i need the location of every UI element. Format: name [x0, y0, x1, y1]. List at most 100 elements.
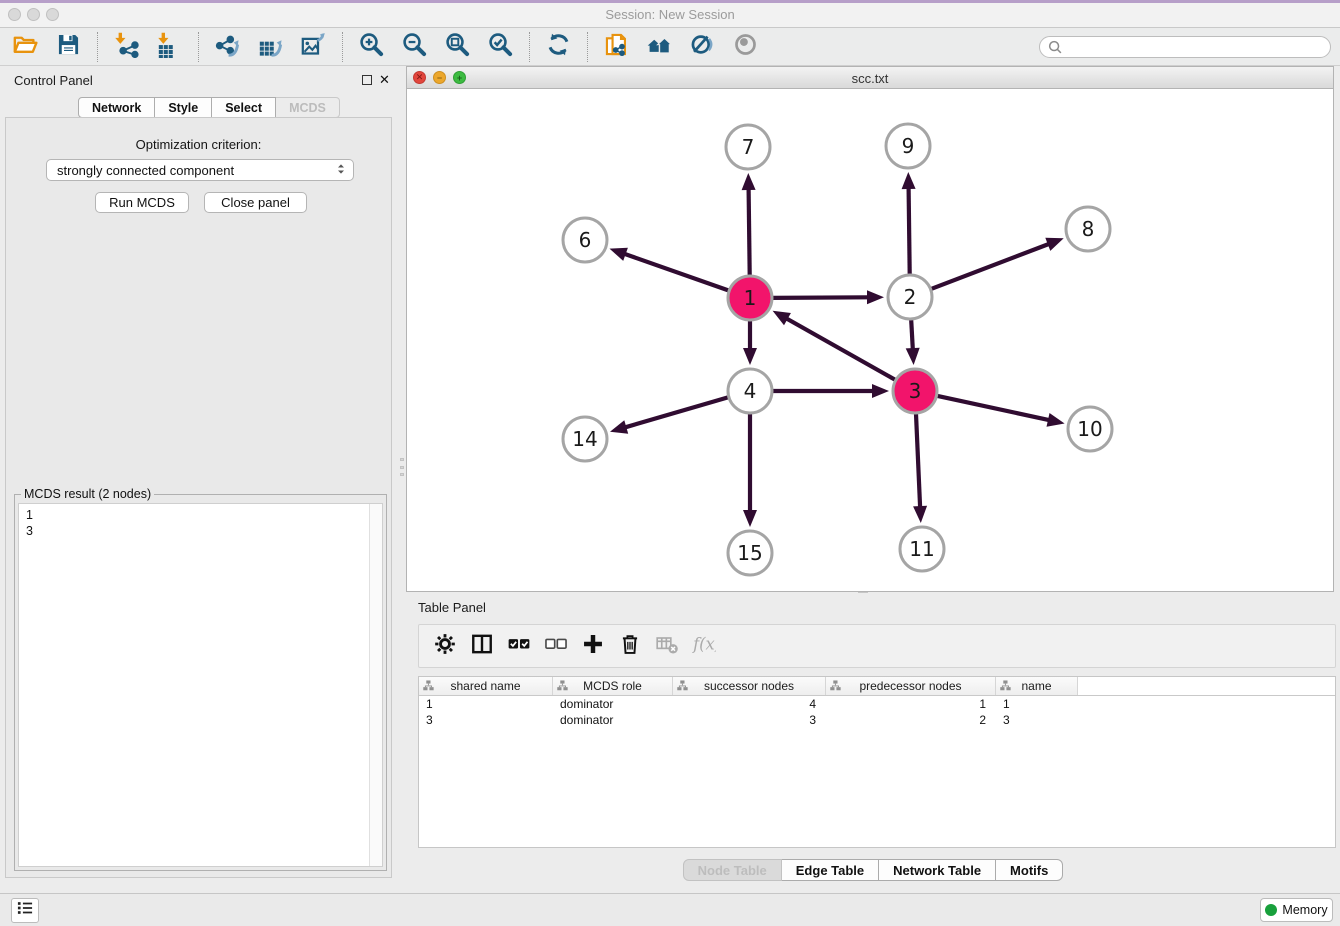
memory-button[interactable]: Memory: [1260, 898, 1333, 922]
graph-node-14[interactable]: 14: [563, 417, 607, 461]
graph-edge-1-7[interactable]: [742, 173, 756, 275]
refresh-button[interactable]: [542, 30, 576, 64]
graph-node-2[interactable]: 2: [888, 275, 932, 319]
table-row: 1dominator411: [419, 696, 1335, 712]
graph-edge-1-4[interactable]: [743, 321, 757, 365]
table-cell[interactable]: 1: [419, 696, 553, 712]
table-cell[interactable]: 3: [419, 712, 553, 728]
mcds-result-group: MCDS result (2 nodes) 13: [14, 494, 387, 871]
refresh-icon: [545, 31, 572, 63]
tab-node-table[interactable]: Node Table: [683, 859, 782, 881]
memory-status-dot: [1265, 904, 1277, 916]
graph-edge-2-3[interactable]: [906, 320, 920, 365]
graph-node-1[interactable]: 1: [728, 276, 772, 320]
graph-node-label: 15: [737, 541, 762, 565]
graph-node-3[interactable]: 3: [893, 369, 937, 413]
mcds-result-textarea[interactable]: 13: [18, 503, 383, 867]
delete-column-button[interactable]: [612, 628, 648, 664]
import-table-button[interactable]: [153, 30, 187, 64]
graph-edge-1-2[interactable]: [773, 290, 884, 304]
task-history-button[interactable]: [11, 898, 39, 923]
split-columns-button[interactable]: [464, 628, 500, 664]
graph-node-label: 11: [909, 537, 934, 561]
graph-node-6[interactable]: 6: [563, 218, 607, 262]
graph-edge-4-3[interactable]: [773, 384, 889, 398]
zoom-in-button[interactable]: [355, 30, 389, 64]
column-header-MCDS-role[interactable]: MCDS role: [553, 677, 673, 695]
home-icon: [646, 31, 673, 63]
table-cell[interactable]: 2: [826, 712, 996, 728]
vertical-splitter[interactable]: [397, 66, 406, 893]
add-column-button[interactable]: [575, 628, 611, 664]
search-field-wrap: [1039, 36, 1331, 58]
zoom-fit-button[interactable]: [441, 30, 475, 64]
run-mcds-button[interactable]: Run MCDS: [95, 192, 189, 213]
export-table-button[interactable]: [254, 30, 288, 64]
table-row: 3dominator323: [419, 712, 1335, 728]
hide-graphics-details-button[interactable]: [686, 30, 720, 64]
open-session-button[interactable]: [9, 30, 43, 64]
mcds-result-scrollbar[interactable]: [369, 504, 382, 866]
network-graph-canvas[interactable]: 1 2 3 4 6 7 8 9 10 11 14 15: [407, 89, 1333, 591]
graph-node-10[interactable]: 10: [1068, 407, 1112, 451]
graph-edge-2-9[interactable]: [902, 172, 916, 274]
show-graphics-details-button[interactable]: [729, 30, 763, 64]
export-image-button[interactable]: [297, 30, 331, 64]
graph-node-8[interactable]: 8: [1066, 207, 1110, 251]
tab-network-table[interactable]: Network Table: [879, 859, 996, 881]
search-input[interactable]: [1039, 36, 1331, 58]
tab-style[interactable]: Style: [155, 97, 212, 118]
graph-edge-1-6[interactable]: [610, 248, 729, 291]
table-cell[interactable]: dominator: [553, 712, 673, 728]
column-header-name[interactable]: name: [996, 677, 1078, 695]
tab-motifs[interactable]: Motifs: [996, 859, 1063, 881]
graph-node-7[interactable]: 7: [726, 125, 770, 169]
graph-edge-4-14[interactable]: [610, 397, 728, 433]
table-cell[interactable]: dominator: [553, 696, 673, 712]
save-session-button[interactable]: [52, 30, 86, 64]
import-network-icon: [113, 31, 140, 63]
graph-edge-3-1[interactable]: [773, 311, 895, 380]
control-panel-close-button[interactable]: ✕: [379, 72, 390, 88]
tab-select[interactable]: Select: [212, 97, 276, 118]
tab-edge-table[interactable]: Edge Table: [782, 859, 879, 881]
graph-edge-2-8[interactable]: [932, 238, 1064, 289]
split-columns-icon: [470, 632, 494, 661]
export-network-button[interactable]: [211, 30, 245, 64]
graph-node-11[interactable]: 11: [900, 527, 944, 571]
table-cell[interactable]: 3: [673, 712, 826, 728]
graph-edge-3-10[interactable]: [938, 396, 1065, 427]
close-panel-button[interactable]: Close panel: [204, 192, 307, 213]
tab-mcds[interactable]: MCDS: [276, 97, 340, 118]
vertical-splitter-grip[interactable]: [399, 458, 404, 476]
control-panel-float-button[interactable]: [362, 75, 372, 85]
table-cell[interactable]: 1: [826, 696, 996, 712]
duplicate-network-button[interactable]: [600, 30, 634, 64]
column-header-predecessor-nodes[interactable]: predecessor nodes: [826, 677, 996, 695]
zoom-selected-button[interactable]: [484, 30, 518, 64]
column-header-successor-nodes[interactable]: successor nodes: [673, 677, 826, 695]
column-attribute-icon: [677, 680, 688, 694]
table-cell[interactable]: 4: [673, 696, 826, 712]
column-attribute-icon: [830, 680, 841, 694]
optimization-criterion-select[interactable]: strongly connected component: [46, 159, 354, 181]
zoom-selected-icon: [487, 31, 514, 63]
graph-edge-4-15[interactable]: [743, 414, 757, 527]
deselect-all-checks-button[interactable]: [538, 628, 574, 664]
column-header-shared-name[interactable]: shared name: [419, 677, 553, 695]
select-all-checks-button[interactable]: [501, 628, 537, 664]
table-settings-button[interactable]: [427, 628, 463, 664]
table-cell[interactable]: 3: [996, 712, 1078, 728]
table-panel-title: Table Panel: [418, 600, 486, 615]
zoom-out-button[interactable]: [398, 30, 432, 64]
home-button[interactable]: [643, 30, 677, 64]
tab-network[interactable]: Network: [78, 97, 155, 118]
graph-node-4[interactable]: 4: [728, 369, 772, 413]
graph-node-15[interactable]: 15: [728, 531, 772, 575]
table-cell[interactable]: 1: [996, 696, 1078, 712]
main-titlebar: Session: New Session: [0, 0, 1340, 28]
import-network-button[interactable]: [110, 30, 144, 64]
column-header-label: predecessor nodes: [859, 679, 961, 693]
graph-node-9[interactable]: 9: [886, 124, 930, 168]
graph-edge-3-11[interactable]: [913, 414, 927, 523]
